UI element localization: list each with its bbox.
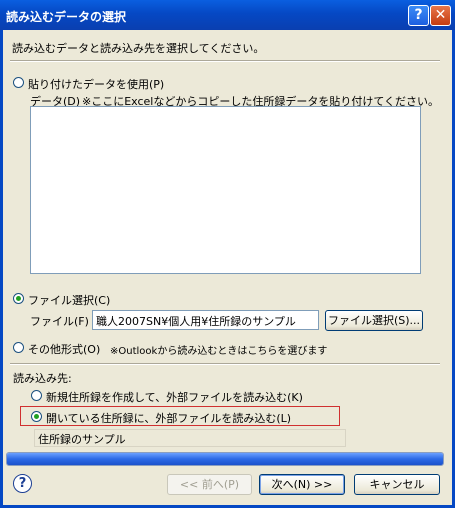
window-title: 読み込むデータの選択	[6, 10, 127, 24]
instruction-text: 読み込むデータと読み込み先を選択してください。	[12, 42, 265, 55]
progress-bar	[6, 452, 444, 466]
title-bar: 読み込むデータの選択 ? ✕	[0, 0, 455, 30]
cancel-button[interactable]: キャンセル	[354, 474, 440, 495]
file-label: ファイル(F)	[30, 315, 89, 328]
open-addressbook-name: 住所録のサンプル	[34, 429, 346, 447]
separator	[10, 60, 440, 62]
file-path-input[interactable]: 職人2007SN¥個人用¥住所録のサンプル2.ata	[92, 310, 319, 330]
browse-file-button[interactable]: ファイル選択(S)...	[325, 310, 423, 331]
paste-data-textarea[interactable]	[30, 106, 421, 274]
help-title-button[interactable]: ?	[408, 5, 429, 26]
other-option-note: ※Outlookから読み込むときはこちらを選びます	[110, 346, 328, 357]
open-addressbook-label[interactable]: 開いている住所録に、外部ファイルを読み込む(L)	[46, 410, 291, 426]
next-button[interactable]: 次へ(N) >>	[259, 474, 345, 495]
open-addressbook-radio[interactable]	[31, 411, 42, 422]
paste-option-label[interactable]: 貼り付けたデータを使用(P)	[28, 76, 164, 92]
progress-fill	[7, 453, 443, 465]
new-addressbook-radio[interactable]	[31, 390, 42, 401]
file-option-radio[interactable]	[13, 293, 24, 304]
separator	[10, 363, 440, 365]
paste-option-radio[interactable]	[13, 77, 24, 88]
destination-heading: 読み込み先:	[13, 372, 72, 385]
new-addressbook-label[interactable]: 新規住所録を作成して、外部ファイルを読み込む(K)	[46, 389, 303, 405]
other-option-radio[interactable]	[13, 342, 24, 353]
close-button[interactable]: ✕	[430, 5, 451, 26]
back-button[interactable]: << 前へ(P)	[167, 474, 252, 495]
file-option-label[interactable]: ファイル選択(C)	[28, 292, 110, 308]
other-option-label[interactable]: その他形式(O)	[28, 341, 100, 357]
help-icon[interactable]: ?	[13, 474, 32, 493]
